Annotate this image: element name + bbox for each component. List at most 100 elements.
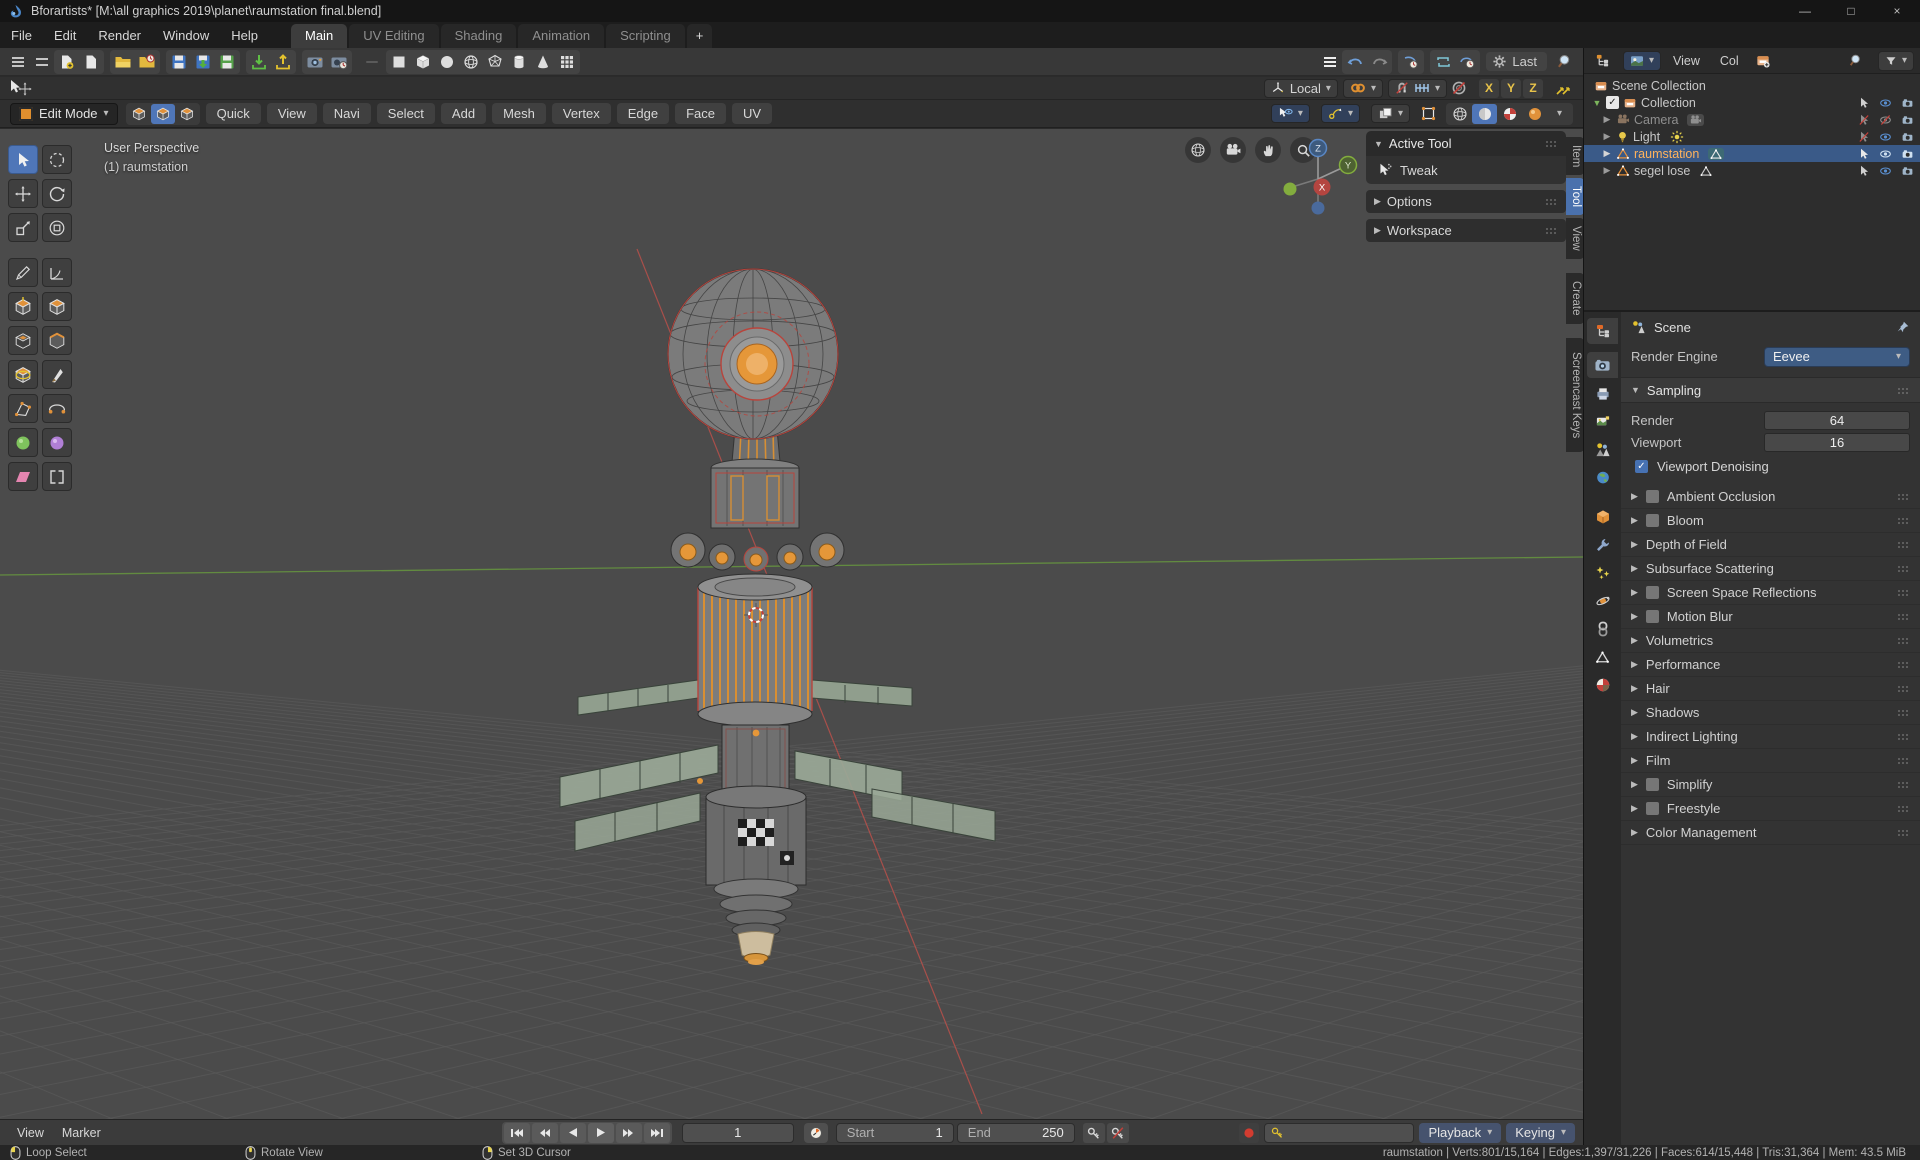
tab-screencast-keys[interactable]: Screencast Keys (1566, 338, 1583, 452)
save-icon[interactable] (167, 51, 191, 73)
select-cursor-icon[interactable] (1858, 97, 1870, 109)
outliner-search-icon[interactable] (1845, 50, 1869, 72)
outliner-row-segel-lose[interactable]: ▶ segel lose (1584, 162, 1920, 179)
properties-editor-type-icon[interactable] (1587, 318, 1618, 344)
undo-icon[interactable] (1343, 51, 1367, 73)
search-icon[interactable] (1553, 51, 1577, 73)
active-tool-row[interactable]: Tweak (1366, 156, 1566, 184)
show-gizmo-dropdown[interactable]: ▾ (1271, 104, 1310, 123)
panel-grip-icon[interactable] (1897, 637, 1910, 644)
add-sphere-icon[interactable] (435, 51, 459, 73)
add-cube-icon[interactable] (411, 51, 435, 73)
previous-keyframe-button[interactable] (532, 1123, 558, 1143)
workspace-panel-header[interactable]: ▶ Workspace (1366, 219, 1566, 242)
transform-tool-button[interactable] (42, 213, 72, 242)
tab-main[interactable]: Main (291, 24, 347, 48)
menu-vertex[interactable]: Vertex (552, 103, 611, 124)
select-circle-tool-button[interactable] (42, 145, 72, 174)
edge-select-mode-icon[interactable] (151, 104, 175, 124)
menu-add[interactable]: Add (441, 103, 486, 124)
outliner-editor-type-icon[interactable] (1590, 50, 1614, 72)
shading-rendered-icon[interactable] (1522, 104, 1547, 124)
annotate-tool-button[interactable] (8, 258, 38, 287)
transform-orientation-dropdown[interactable]: Local ▾ (1264, 79, 1338, 98)
outliner-row-collection[interactable]: ▼ ✓ Collection (1584, 94, 1920, 111)
section-ambient-occlusion[interactable]: ▶Ambient Occlusion (1621, 485, 1920, 509)
viewport-samples-field[interactable]: 16 (1764, 433, 1910, 452)
frame-start-field[interactable]: Start 1 (836, 1123, 954, 1143)
add-grid-icon[interactable] (555, 51, 579, 73)
panel-grip-icon[interactable] (1897, 805, 1910, 812)
outliner-row-scene-collection[interactable]: Scene Collection (1584, 77, 1920, 94)
shading-dropdown-icon[interactable]: ▾ (1547, 104, 1572, 124)
tab-uv-editing[interactable]: UV Editing (349, 24, 438, 48)
display-mode-dropdown[interactable]: ▾ (1623, 51, 1661, 71)
panel-grip-icon[interactable] (1897, 733, 1910, 740)
options-panel-header[interactable]: ▶ Options (1366, 190, 1566, 213)
tab-animation[interactable]: Animation (518, 24, 604, 48)
outliner-row-camera[interactable]: ▶ Camera (1584, 111, 1920, 128)
eye-icon[interactable] (1879, 165, 1892, 177)
extrude-region-tool-button[interactable] (8, 292, 38, 321)
loop-cut-tool-button[interactable] (8, 360, 38, 389)
tab-modifier-properties[interactable] (1587, 532, 1618, 558)
snapping-dropdown[interactable]: ▾ (1343, 79, 1383, 98)
tab-constraint-properties[interactable] (1587, 616, 1618, 642)
timeline-menu-view[interactable]: View (8, 1124, 53, 1142)
filter-dropdown[interactable]: ▾ (1878, 51, 1914, 71)
tab-shading[interactable]: Shading (441, 24, 517, 48)
topbar-menu-icon[interactable] (1318, 51, 1342, 73)
panel-grip-icon[interactable] (1897, 685, 1910, 692)
pin-icon[interactable] (1896, 320, 1910, 334)
camera-icon[interactable] (1901, 148, 1914, 160)
open-file-icon[interactable] (79, 51, 103, 73)
panel-grip-icon[interactable] (1897, 517, 1910, 524)
export-icon[interactable] (271, 51, 295, 73)
toolbar-menu-icon[interactable] (30, 51, 54, 73)
play-button[interactable] (588, 1123, 614, 1143)
section-bloom[interactable]: ▶Bloom (1621, 509, 1920, 533)
tab-object-properties[interactable] (1587, 504, 1618, 530)
camera-icon[interactable] (1901, 131, 1914, 143)
outliner-menu-col[interactable]: Col (1712, 51, 1747, 71)
add-icosphere-icon[interactable] (483, 51, 507, 73)
adjust-last-operation-button[interactable]: Last (1486, 52, 1547, 71)
section-film[interactable]: ▶Film (1621, 749, 1920, 773)
select-cursor-icon[interactable] (1858, 148, 1870, 160)
panel-grip-icon[interactable] (1897, 613, 1910, 620)
axis-z-button[interactable]: Z (1523, 79, 1543, 98)
menu-mesh[interactable]: Mesh (492, 103, 546, 124)
panel-grip-icon[interactable] (1897, 493, 1910, 500)
save-copy-icon[interactable] (215, 51, 239, 73)
tab-particle-properties[interactable] (1587, 560, 1618, 586)
timeline-menu-marker[interactable]: Marker (53, 1124, 110, 1142)
panel-grip-icon[interactable] (1897, 541, 1910, 548)
tab-item[interactable]: Item (1566, 137, 1583, 175)
3d-viewport[interactable]: User Perspective (1) raumstation (0, 129, 1583, 1119)
panel-grip-icon[interactable] (1897, 709, 1910, 716)
jump-to-start-button[interactable] (504, 1123, 530, 1143)
viewport-denoising-checkbox[interactable]: ✓ (1635, 460, 1648, 473)
snap-target-icon[interactable] (1551, 77, 1575, 99)
panel-grip-icon[interactable] (1897, 781, 1910, 788)
save-as-icon[interactable] (191, 51, 215, 73)
redo-history-icon[interactable] (1399, 51, 1423, 73)
vertex-select-mode-icon[interactable] (127, 104, 151, 124)
render-samples-field[interactable]: 64 (1764, 411, 1910, 430)
rotate-tool-button[interactable] (42, 179, 72, 208)
knife-tool-button[interactable] (42, 360, 72, 389)
section-indirect-lighting[interactable]: ▶Indirect Lighting (1621, 725, 1920, 749)
new-file-icon[interactable] (55, 51, 79, 73)
eye-disabled-icon[interactable] (1879, 114, 1892, 126)
tab-view-layer-properties[interactable] (1587, 408, 1618, 434)
collection-checkbox[interactable]: ✓ (1606, 96, 1619, 109)
section-shadows[interactable]: ▶Shadows (1621, 701, 1920, 725)
mode-dropdown[interactable]: Edit Mode ▾ (10, 103, 118, 125)
auto-keying-record-button[interactable] (1239, 1123, 1259, 1143)
extrude-normals-tool-button[interactable] (42, 292, 72, 321)
tab-world-properties[interactable] (1587, 464, 1618, 490)
panel-grip-icon[interactable] (1545, 227, 1558, 234)
outliner-row-light[interactable]: ▶ Light (1584, 128, 1920, 145)
sampling-section-header[interactable]: ▼ Sampling (1621, 377, 1920, 403)
section-volumetrics[interactable]: ▶Volumetrics (1621, 629, 1920, 653)
